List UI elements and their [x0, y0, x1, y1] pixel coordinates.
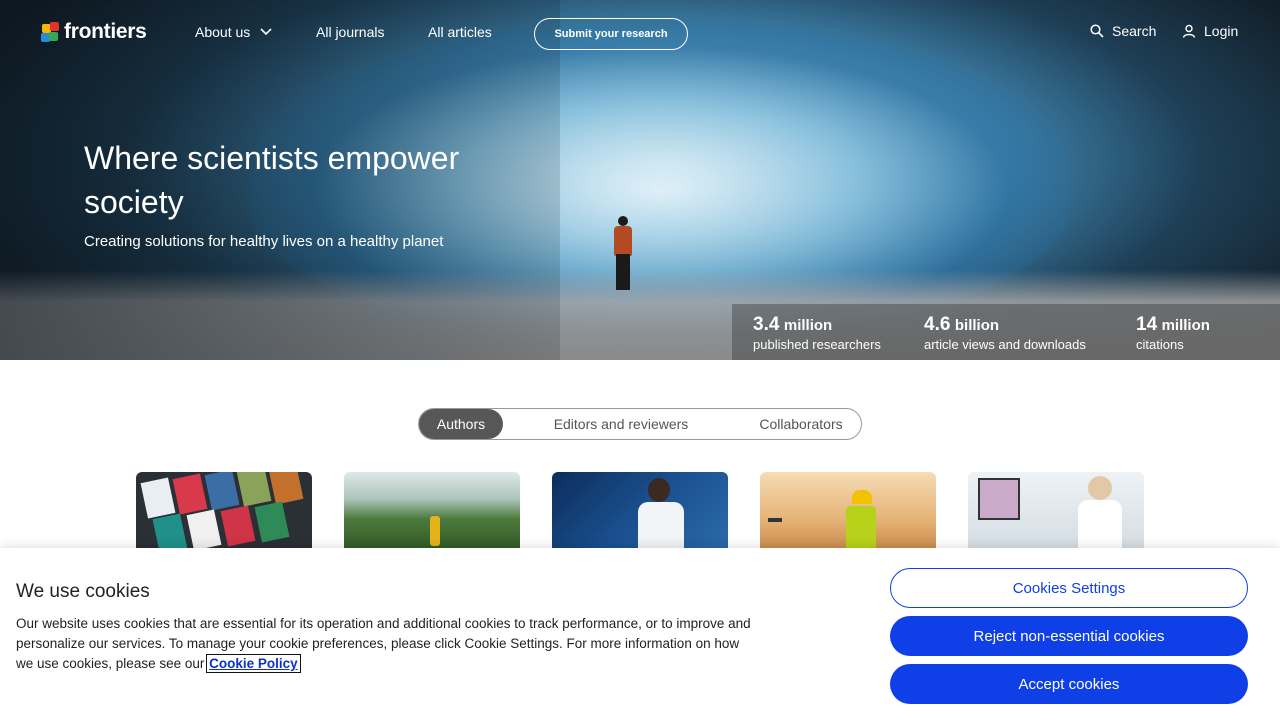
logo-mark-icon	[40, 20, 60, 44]
logo-text: frontiers	[64, 20, 147, 43]
card-lab-image[interactable]	[968, 472, 1144, 550]
top-navigation: frontiers About us All journals All arti…	[0, 0, 1280, 66]
audience-tabs: Authors Editors and reviewers Collaborat…	[418, 408, 862, 440]
hero-title: Where scientists empower society	[84, 140, 460, 220]
tab-authors[interactable]: Authors	[419, 409, 503, 439]
login-button[interactable]: Login	[1182, 23, 1238, 39]
cookie-policy-link[interactable]: Cookie Policy	[206, 654, 301, 673]
explorer-figure	[609, 216, 637, 290]
cookie-text: Our website uses cookies that are essent…	[16, 616, 751, 673]
nav-about-us[interactable]: About us	[195, 24, 272, 40]
nav-all-journals[interactable]: All journals	[316, 24, 384, 40]
stat-views: 4.6 billion article views and downloads	[924, 314, 1086, 352]
cookie-title: We use cookies	[16, 581, 150, 602]
card-greenhouse-image[interactable]	[344, 472, 520, 550]
frontiers-logo[interactable]: frontiers	[40, 20, 147, 44]
hero-banner: frontiers About us All journals All arti…	[0, 0, 1280, 360]
nav-all-articles[interactable]: All articles	[428, 24, 492, 40]
card-scientist-image[interactable]	[552, 472, 728, 550]
reject-cookies-button[interactable]: Reject non-essential cookies	[890, 616, 1248, 656]
search-button[interactable]: Search	[1090, 23, 1156, 39]
hero-subtitle: Creating solutions for healthy lives on …	[84, 233, 444, 250]
stat-citations: 14 million citations	[1136, 314, 1210, 352]
cookie-banner: We use cookies Our website uses cookies …	[0, 548, 1280, 720]
user-icon	[1182, 24, 1196, 38]
cookies-settings-button[interactable]: Cookies Settings	[890, 568, 1248, 608]
tab-editors-reviewers[interactable]: Editors and reviewers	[539, 409, 703, 439]
search-icon	[1090, 24, 1104, 38]
card-field-worker-image[interactable]	[760, 472, 936, 550]
tab-collaborators[interactable]: Collaborators	[737, 409, 865, 439]
stat-researchers: 3.4 million published researchers	[753, 314, 881, 352]
card-journals-image[interactable]	[136, 472, 312, 550]
accept-cookies-button[interactable]: Accept cookies	[890, 664, 1248, 704]
chevron-down-icon	[260, 28, 272, 36]
submit-research-button[interactable]: Submit your research	[534, 18, 688, 50]
